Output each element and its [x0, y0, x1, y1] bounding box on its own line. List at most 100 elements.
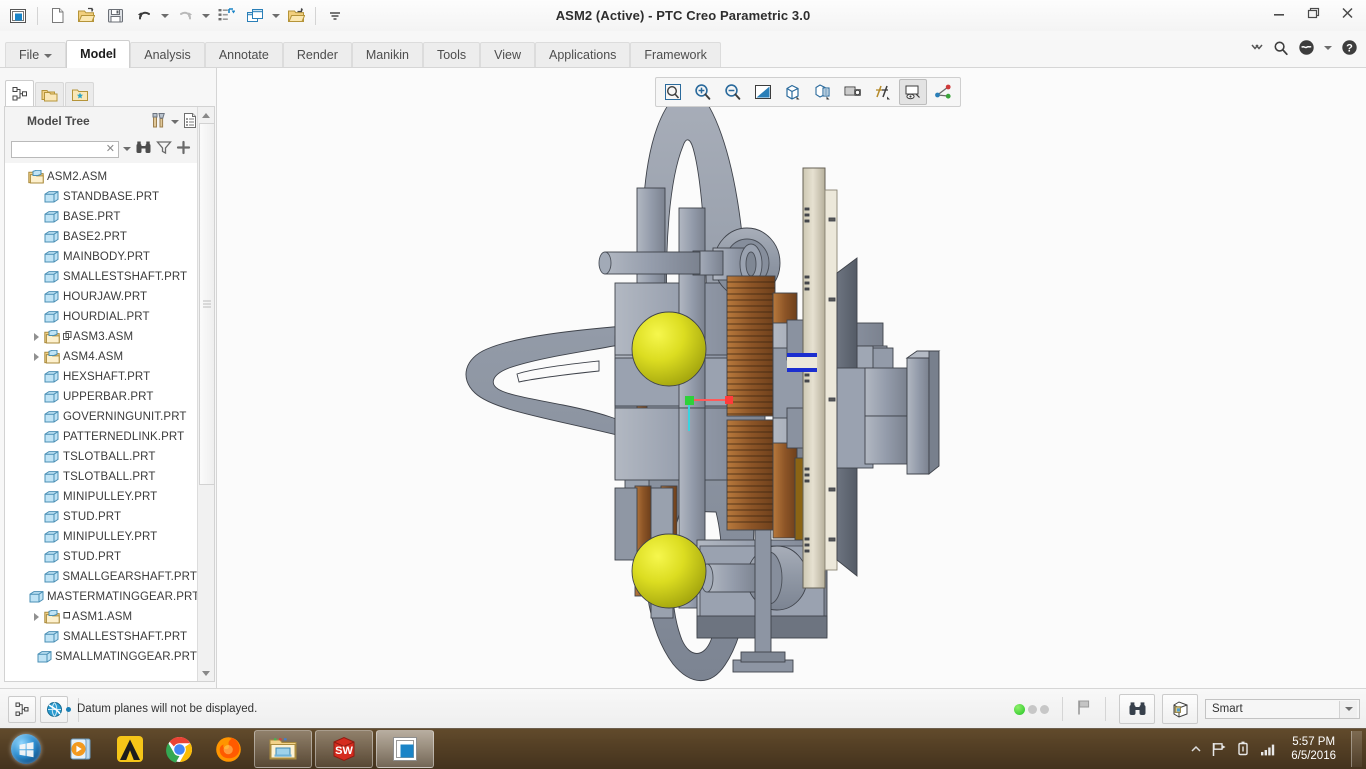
power-icon[interactable] [1236, 741, 1251, 757]
tab-file[interactable]: File [5, 42, 67, 68]
clear-search-icon[interactable]: ✕ [106, 143, 115, 155]
spin-center-icon[interactable] [929, 79, 957, 105]
undo-icon[interactable] [130, 2, 158, 30]
model-tree-tab[interactable] [5, 80, 34, 107]
show-desktop-button[interactable] [1351, 731, 1362, 767]
tab-tools[interactable]: Tools [422, 42, 481, 68]
start-button[interactable] [0, 730, 52, 768]
tab-annotate[interactable]: Annotate [204, 42, 283, 68]
tree-item-standbase-prt[interactable]: STANDBASE.PRT [5, 187, 197, 207]
model-tree-scrollbar[interactable] [197, 107, 215, 681]
tree-item-tslotball-prt[interactable]: TSLOTBALL.PRT [5, 447, 197, 467]
tree-item-smallestshaft-prt[interactable]: SMALLESTSHAFT.PRT [5, 627, 197, 647]
selection-filter-dropdown[interactable]: Smart [1205, 699, 1360, 719]
settings-tools-icon[interactable] [150, 111, 168, 132]
tree-item-smallestshaft-prt[interactable]: SMALLESTSHAFT.PRT [5, 267, 197, 287]
google-chrome-icon[interactable] [156, 731, 202, 767]
tree-item-base2-prt[interactable]: BASE2.PRT [5, 227, 197, 247]
model-tree-toggle-icon[interactable] [8, 696, 36, 723]
search-input-wrapper[interactable]: ✕ [9, 140, 119, 158]
tree-item-smallmatinggear-prt[interactable]: SMALLMATINGGEAR.PRT [5, 647, 197, 667]
tree-item-base-prt[interactable]: BASE.PRT [5, 207, 197, 227]
window-switch-icon[interactable] [241, 2, 269, 30]
expand-arrow-icon[interactable] [29, 613, 43, 621]
tree-item-minipulley-prt[interactable]: MINIPULLEY.PRT [5, 527, 197, 547]
tab-manikin[interactable]: Manikin [351, 42, 423, 68]
tree-item-patternedlink-prt[interactable]: PATTERNEDLINK.PRT [5, 427, 197, 447]
tree-item-asm1-asm[interactable]: ASM1.ASM [5, 607, 197, 627]
tab-applications[interactable]: Applications [535, 42, 631, 68]
scroll-down-button[interactable] [198, 665, 214, 681]
find-binoculars-icon[interactable] [135, 140, 152, 158]
open-icon[interactable] [72, 2, 100, 30]
tree-item-mainbody-prt[interactable]: MAINBODY.PRT [5, 247, 197, 267]
help-icon[interactable]: ? [1341, 39, 1358, 56]
close-button[interactable] [1330, 2, 1364, 24]
minimize-button[interactable] [1262, 2, 1296, 24]
zoom-in-icon[interactable] [689, 79, 717, 105]
customize-qat-icon[interactable] [321, 2, 349, 30]
tree-item-stud-prt[interactable]: STUD.PRT [5, 547, 197, 567]
add-icon[interactable] [176, 140, 191, 158]
zoom-out-icon[interactable] [719, 79, 747, 105]
search-dropdown-icon[interactable] [123, 147, 131, 151]
tree-item-hexshaft-prt[interactable]: HEXSHAFT.PRT [5, 367, 197, 387]
flag-icon[interactable] [1076, 699, 1092, 719]
repaint-icon[interactable] [749, 79, 777, 105]
mozilla-firefox-icon[interactable] [205, 731, 251, 767]
tree-item-asm4-asm[interactable]: ASM4.ASM [5, 347, 197, 367]
maximize-restore-button[interactable] [1296, 2, 1330, 24]
favorites-tab[interactable] [65, 82, 94, 107]
tree-item-smallgearshaft-prt[interactable]: SMALLGEARSHAFT.PRT [5, 567, 197, 587]
tree-item-hourdial-prt[interactable]: HOURDIAL.PRT [5, 307, 197, 327]
taskbar-clock[interactable]: 5:57 PM 6/5/2016 [1285, 735, 1342, 763]
search-icon[interactable] [1273, 40, 1289, 56]
tree-item-minipulley-prt[interactable]: MINIPULLEY.PRT [5, 487, 197, 507]
solidworks-icon[interactable]: SW [315, 730, 373, 768]
app-icon[interactable] [4, 2, 32, 30]
scroll-up-button[interactable] [198, 107, 214, 123]
tree-item-stud-prt[interactable]: STUD.PRT [5, 507, 197, 527]
tree-item-tslotball-prt[interactable]: TSLOTBALL.PRT [5, 467, 197, 487]
tree-item-hourjaw-prt[interactable]: HOURJAW.PRT [5, 287, 197, 307]
help-center-icon[interactable] [1298, 39, 1315, 56]
redo-dropdown-icon[interactable] [200, 3, 211, 29]
window-dropdown-icon[interactable] [270, 3, 281, 29]
creo-parametric-icon[interactable] [376, 730, 434, 768]
scrollbar-thumb[interactable] [199, 123, 215, 485]
refit-icon[interactable] [659, 79, 687, 105]
show-hidden-icons-icon[interactable] [1190, 744, 1202, 754]
saved-orientation-icon[interactable] [809, 79, 837, 105]
filter-icon[interactable] [156, 140, 172, 158]
tab-render[interactable]: Render [282, 42, 352, 68]
tab-view[interactable]: View [480, 42, 535, 68]
browser-toggle-icon[interactable] [40, 696, 68, 723]
tab-analysis[interactable]: Analysis [130, 42, 205, 68]
settings-dropdown-icon[interactable] [171, 119, 179, 124]
tab-model[interactable]: Model [66, 40, 131, 68]
redo-icon[interactable] [171, 2, 199, 30]
datum-display-icon[interactable] [869, 79, 897, 105]
selection-box-icon[interactable] [1162, 694, 1198, 724]
action-center-flag-icon[interactable] [1211, 742, 1227, 757]
tree-item-asm3-asm[interactable]: ASM3.ASM [5, 327, 197, 347]
tab-framework[interactable]: Framework [630, 42, 721, 68]
tree-item-governingunit-prt[interactable]: GOVERNINGUNIT.PRT [5, 407, 197, 427]
network-icon[interactable] [1260, 743, 1276, 756]
save-icon[interactable] [101, 2, 129, 30]
model-tree-list[interactable]: ASM2.ASM STANDBASE.PRT BASE.PRT BASE2.PRT MA… [5, 164, 197, 680]
expand-arrow-icon[interactable] [29, 353, 43, 361]
new-icon[interactable] [43, 2, 71, 30]
file-explorer-icon[interactable] [254, 730, 312, 768]
chevron-down-icon[interactable] [1339, 700, 1357, 718]
expand-arrow-icon[interactable] [29, 333, 43, 341]
tree-item-upperbar-prt[interactable]: UPPERBAR.PRT [5, 387, 197, 407]
graphics-viewport[interactable] [217, 68, 1366, 688]
help-dropdown-icon[interactable] [1324, 45, 1332, 50]
tree-item-mastermatinggear-prt[interactable]: MASTERMATINGGEAR.PRT [5, 587, 197, 607]
folder-browser-tab[interactable] [35, 82, 64, 107]
tree-item-asm2-asm[interactable]: ASM2.ASM [5, 167, 197, 187]
search-input[interactable] [9, 140, 106, 158]
view-manager-icon[interactable] [839, 79, 867, 105]
annotation-display-icon[interactable] [899, 79, 927, 105]
